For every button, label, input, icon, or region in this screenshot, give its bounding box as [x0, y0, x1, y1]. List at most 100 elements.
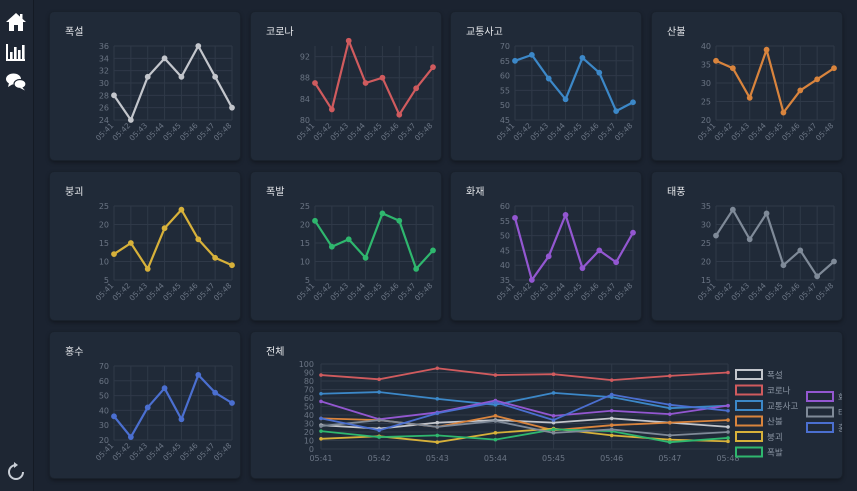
y-tick-label: 10	[99, 258, 109, 267]
home-icon[interactable]	[5, 11, 27, 33]
x-tick-label: 05:43	[127, 441, 149, 463]
data-point	[319, 429, 323, 433]
data-point	[229, 400, 235, 406]
x-tick-label: 05:43	[729, 281, 751, 303]
data-point	[726, 370, 730, 375]
legend-swatch	[735, 431, 763, 442]
y-tick-label: 70	[99, 362, 109, 371]
x-tick-label: 05:46	[579, 121, 601, 143]
data-point	[144, 266, 151, 272]
x-tick-label: 05:45	[161, 121, 183, 143]
data-point	[195, 236, 202, 243]
x-tick-label: 05:42	[111, 441, 133, 463]
x-tick-label: 05:41	[495, 121, 517, 143]
data-point	[746, 236, 753, 243]
x-tick-label: 05:44	[144, 121, 166, 143]
legend-item-collapse[interactable]: 붕괴	[735, 431, 783, 443]
data-point	[668, 374, 672, 378]
data-point	[609, 427, 614, 432]
legend-item-landslide[interactable]: 산불	[735, 415, 783, 428]
legend-item-traffic[interactable]: 교통사고	[735, 400, 798, 412]
data-point	[814, 76, 821, 83]
y-tick-label: 60	[99, 377, 109, 386]
data-point	[528, 51, 535, 58]
x-tick-label: 05:47	[396, 121, 418, 143]
grid	[715, 205, 835, 281]
data-point	[562, 211, 569, 218]
data-point	[562, 96, 569, 103]
x-tick-label: 05:45	[362, 121, 384, 143]
x-tick-label: 05:48	[814, 281, 836, 303]
x-tick-label: 05:41	[94, 281, 116, 303]
x-tick-label: 05:44	[345, 281, 367, 303]
legend-item-corona[interactable]: 코로나	[735, 384, 791, 397]
data-point	[726, 439, 730, 444]
x-tick-label: 05:44	[484, 454, 507, 463]
y-tick-label: 25	[300, 202, 310, 211]
data-point	[328, 106, 335, 113]
data-point	[797, 247, 804, 254]
x-tick-label: 05:46	[178, 121, 200, 143]
x-tick-label: 05:48	[814, 121, 836, 143]
data-point	[797, 87, 804, 94]
x-tick-label: 05:41	[94, 121, 116, 143]
chart-panel-snow: 폭설 24 26 28 30 32 34 36 05:41 05:42 05:43 05:44 05:…	[50, 12, 240, 160]
x-tick-label: 05:44	[545, 121, 567, 143]
bar-chart-icon[interactable]	[5, 41, 27, 63]
data-point	[111, 92, 117, 99]
legend-item-typhoon[interactable]: 태풍	[806, 406, 842, 419]
data-point	[780, 262, 787, 269]
data-point	[493, 419, 498, 423]
data-point	[726, 418, 730, 422]
data-point	[178, 206, 185, 213]
data-point	[435, 440, 440, 444]
data-point	[512, 214, 518, 221]
refresh-icon[interactable]	[5, 461, 27, 483]
data-point	[178, 73, 185, 80]
x-tick-label: 05:45	[763, 281, 785, 303]
legend-item-explosion[interactable]: 폭발	[735, 446, 783, 459]
line-chart-snow: 2426283032343605:4105:4205:4305:4405:450…	[94, 42, 235, 143]
x-tick-label: 05:41	[94, 441, 116, 463]
data-point	[831, 258, 837, 265]
data-point	[551, 414, 556, 418]
data-point	[144, 73, 151, 80]
chat-icon[interactable]	[5, 71, 27, 93]
data-point	[668, 403, 672, 407]
data-point	[328, 243, 335, 250]
data-point	[195, 43, 202, 49]
x-tick-label: 05:44	[545, 281, 567, 303]
data-point	[780, 109, 787, 116]
x-tick-label: 05:43	[528, 121, 550, 143]
y-tick-label: 40	[701, 42, 711, 51]
legend-swatch	[735, 400, 763, 411]
y-tick-label: 100	[299, 360, 314, 369]
legend-item-snow[interactable]: 폭설	[735, 369, 783, 381]
legend-swatch	[806, 406, 834, 418]
data-point	[111, 251, 117, 257]
x-tick-label: 05:46	[780, 121, 802, 143]
data-point	[763, 210, 770, 217]
y-tick-label: 50	[304, 403, 314, 412]
legend-item-flood[interactable]: 홍수	[806, 422, 842, 434]
y-tick-label: 32	[99, 67, 109, 76]
line-chart-all: 05:41 05:42 05:43 05:44 05:45 05:46 05:47 05:48…	[299, 360, 842, 463]
data-point	[609, 416, 614, 421]
data-point	[630, 229, 636, 236]
y-tick-label: 36	[99, 42, 109, 51]
data-point	[111, 413, 117, 420]
data-point	[746, 94, 753, 101]
y-tick-label: 40	[500, 261, 510, 270]
x-tick-label: 05:47	[797, 121, 819, 143]
y-tick-label: 65	[500, 57, 510, 66]
data-point	[551, 427, 556, 432]
y-tick-label: 70	[500, 42, 510, 51]
x-tick-label: 05:44	[746, 121, 768, 143]
x-tick-label: 05:45	[161, 441, 183, 463]
y-tick-label: 50	[99, 392, 109, 401]
data-point	[435, 420, 440, 425]
legend-item-fire[interactable]: 화재	[806, 391, 842, 403]
data-point	[435, 433, 440, 438]
y-tick-label: 60	[304, 394, 314, 403]
data-point	[319, 424, 323, 428]
